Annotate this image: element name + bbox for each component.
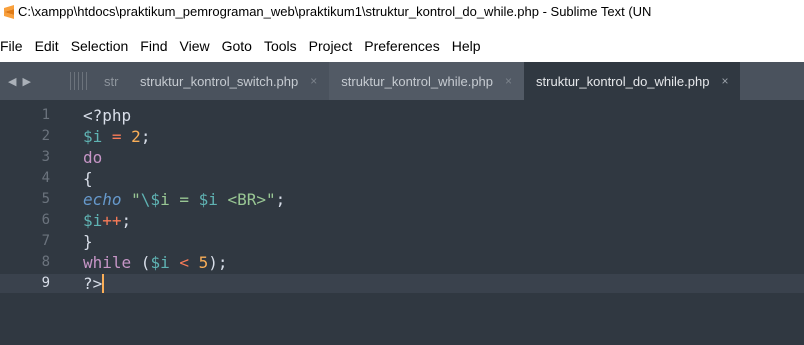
line-number: 8 [41, 254, 50, 270]
code-token: ); [208, 253, 228, 272]
code-token: ++ [102, 211, 122, 230]
menu-selection[interactable]: Selection [71, 35, 129, 57]
tab-next-icon[interactable]: ▶ [22, 75, 30, 88]
line-number: 3 [41, 149, 50, 165]
code-token: while [83, 253, 132, 272]
code-token: $i [150, 253, 170, 272]
code-token: do [83, 148, 103, 167]
code-text: $i = 2; [83, 127, 150, 146]
tab-struktur-kontrol-while[interactable]: struktur_kontrol_while.php × [329, 62, 525, 100]
code-token: } [83, 232, 93, 251]
menu-edit[interactable]: Edit [35, 35, 59, 57]
code-token: ; [275, 190, 286, 209]
menu-file[interactable]: File [0, 35, 23, 57]
menu-preferences[interactable]: Preferences [364, 35, 439, 57]
menu-goto[interactable]: Goto [222, 35, 252, 57]
menu-bar: File Edit Selection Find View Goto Tools… [0, 35, 804, 57]
tab-bar: ◀ ▶ str struktur_kontrol_switch.php × st… [0, 62, 804, 100]
code-editor[interactable]: 1 <?php 2 $i = 2; 3 do 4{5 echo "\$i = $i <BR>"… [0, 100, 804, 345]
tab-close-icon[interactable]: × [505, 74, 512, 88]
code-token: <?php [83, 106, 132, 125]
code-token: " [121, 190, 141, 209]
code-token: < [169, 253, 199, 272]
code-token: 2 [131, 127, 141, 146]
code-token: $i [83, 211, 103, 230]
sublime-text-icon [4, 4, 14, 19]
text-cursor [102, 274, 105, 293]
menu-project[interactable]: Project [309, 35, 353, 57]
line-number: 6 [41, 212, 50, 228]
code-text: do [83, 148, 102, 167]
code-line[interactable]: 9 ?> [0, 274, 804, 293]
code-token: echo [83, 190, 122, 209]
code-token: { [83, 169, 93, 188]
line-number: 4 [41, 170, 50, 186]
tab-label: struktur_kontrol_do_while.php [536, 73, 710, 89]
line-number: 2 [41, 128, 50, 144]
tab-label: struktur_kontrol_while.php [341, 73, 494, 89]
code-text: } [83, 232, 93, 251]
tab-close-icon[interactable]: × [310, 74, 317, 88]
code-text: ?> [83, 274, 105, 293]
tab-label: str [104, 73, 119, 89]
code-line[interactable]: 5 echo "\$i = $i <BR>"; [0, 190, 804, 209]
code-text: while ($i < 5); [83, 253, 228, 272]
code-token: ; [140, 127, 151, 146]
code-token: $i [198, 190, 218, 209]
code-token: ?> [83, 274, 103, 293]
code-token: ; [121, 211, 132, 230]
code-line[interactable]: 6 $i++; [0, 211, 804, 230]
line-number: 7 [41, 233, 50, 249]
tab-partial[interactable]: str [100, 62, 128, 100]
menu-help[interactable]: Help [452, 35, 481, 57]
code-line[interactable]: 8 while ($i < 5); [0, 253, 804, 272]
code-text: $i++; [83, 211, 131, 230]
code-token: ( [131, 253, 151, 272]
menu-view[interactable]: View [180, 35, 210, 57]
code-line[interactable]: 4{ [0, 169, 804, 188]
tab-label: struktur_kontrol_switch.php [140, 73, 299, 89]
code-token: 5 [198, 253, 209, 272]
tab-overflow-icon [68, 62, 100, 100]
menu-tools[interactable]: Tools [264, 35, 297, 57]
tab-close-icon[interactable]: × [721, 74, 728, 88]
code-text: { [83, 169, 93, 188]
code-token: \$ [140, 190, 161, 209]
code-line[interactable]: 7} [0, 232, 804, 251]
code-token: i = [160, 190, 199, 209]
window-title: C:\xampp\htdocs\praktikum_pemrograman_we… [18, 4, 652, 19]
code-line[interactable]: 1 <?php [0, 106, 804, 125]
code-line[interactable]: 2 $i = 2; [0, 127, 804, 146]
code-token: $i [83, 127, 103, 146]
tab-struktur-kontrol-do-while[interactable]: struktur_kontrol_do_while.php × [524, 62, 741, 100]
tab-prev-icon[interactable]: ◀ [8, 75, 16, 88]
title-bar: C:\xampp\htdocs\praktikum_pemrograman_we… [0, 0, 804, 23]
code-token: <BR>" [217, 190, 276, 209]
line-number: 9 [41, 275, 50, 291]
code-text: echo "\$i = $i <BR>"; [83, 190, 285, 209]
code-line[interactable]: 3 do [0, 148, 804, 167]
code-text: <?php [83, 106, 131, 125]
code-token: = [102, 127, 132, 146]
tab-struktur-kontrol-switch[interactable]: struktur_kontrol_switch.php × [128, 62, 330, 100]
menu-find[interactable]: Find [140, 35, 167, 57]
line-number: 1 [41, 107, 50, 123]
tab-nav: ◀ ▶ [0, 62, 68, 100]
line-number: 5 [41, 191, 50, 207]
